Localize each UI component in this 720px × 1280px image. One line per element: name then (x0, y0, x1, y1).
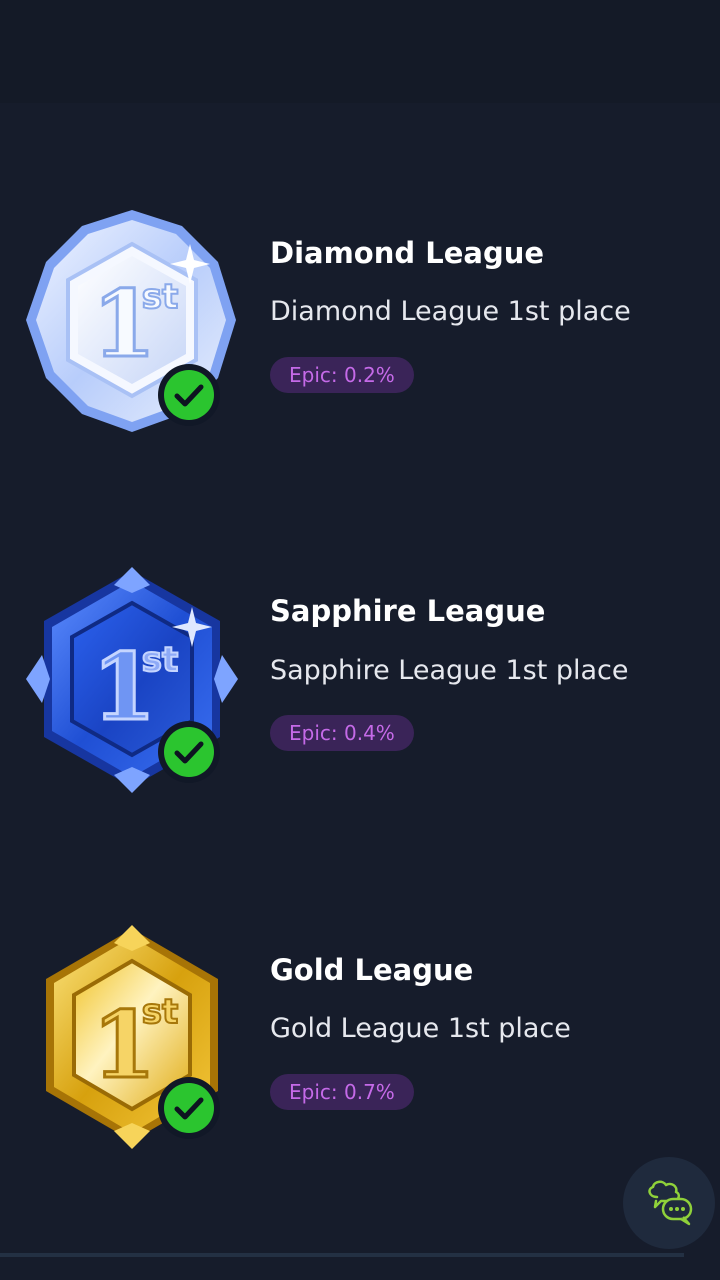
rarity-badge: Epic: 0.2% (270, 357, 414, 393)
rarity-badge: Epic: 0.7% (270, 1074, 414, 1110)
scroll-indicator (0, 1253, 684, 1257)
completed-check-icon (158, 721, 220, 783)
achievement-item-gold[interactable]: 1 st Gold League Gold League 1st place E… (0, 923, 720, 1163)
achievement-title: Sapphire League (270, 594, 546, 628)
svg-text:st: st (142, 992, 179, 1032)
svg-text:st: st (142, 640, 179, 680)
completed-check-icon (158, 364, 220, 426)
achievement-description: Sapphire League 1st place (270, 655, 629, 686)
chat-bubbles-icon (648, 1180, 693, 1226)
completed-check-icon (158, 1077, 220, 1139)
diamond-badge-icon: 1 st (22, 210, 242, 440)
gold-badge-icon: 1 st (22, 923, 242, 1153)
chat-button[interactable] (623, 1157, 715, 1249)
achievement-list: 1 st Diamond League Diamond League 1st p… (0, 103, 720, 1253)
achievement-item-diamond[interactable]: 1 st Diamond League Diamond League 1st p… (0, 210, 720, 450)
rarity-badge: Epic: 0.4% (270, 715, 414, 751)
achievement-description: Gold League 1st place (270, 1013, 571, 1044)
achievement-description: Diamond League 1st place (270, 296, 631, 327)
sapphire-badge-icon: 1 st (22, 567, 242, 797)
achievement-title: Gold League (270, 953, 474, 987)
svg-text:st: st (142, 277, 179, 317)
achievement-title: Diamond League (270, 236, 545, 270)
achievement-item-sapphire[interactable]: 1 st Sapphire League Sapphire League 1st… (0, 567, 720, 807)
top-bar (0, 0, 720, 103)
